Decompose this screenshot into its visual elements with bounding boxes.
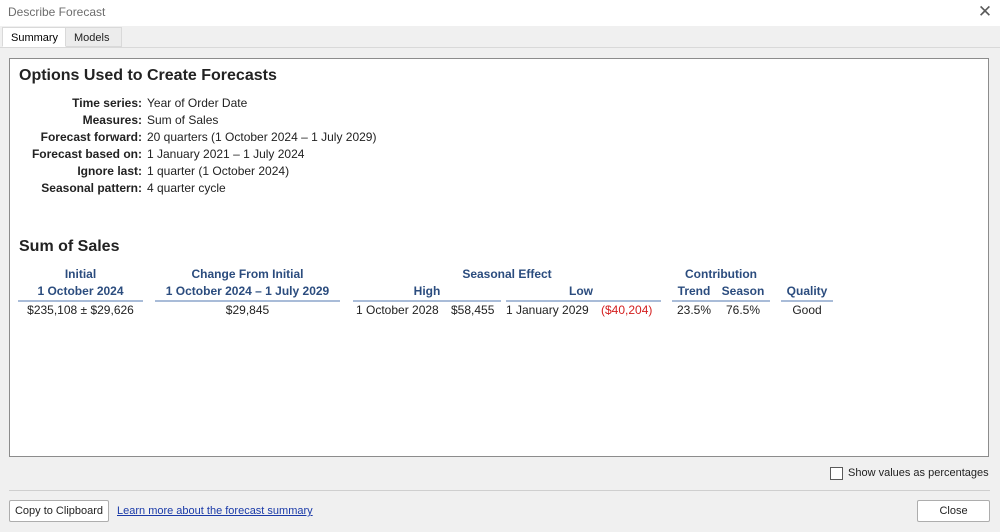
option-row-forecast-forward: Forecast forward: 20 quarters (1 October… <box>10 129 990 146</box>
contribution-trend-header: Trend <box>677 284 711 298</box>
quality-value: Good <box>792 303 822 317</box>
window-title: Describe Forecast <box>8 5 106 19</box>
initial-underline <box>18 300 143 302</box>
option-label: Measures: <box>82 113 142 127</box>
contribution-header: Contribution <box>685 267 757 281</box>
seasonal-high-underline <box>353 300 501 302</box>
seasonal-low-underline <box>506 300 661 302</box>
contribution-underline <box>672 300 770 302</box>
summary-panel: Options Used to Create Forecasts Time se… <box>9 58 989 457</box>
option-value: 4 quarter cycle <box>147 181 226 195</box>
option-label: Forecast forward: <box>40 130 142 144</box>
seasonal-effect-header: Seasonal Effect <box>462 267 552 281</box>
option-row-seasonal-pattern: Seasonal pattern: 4 quarter cycle <box>10 180 990 197</box>
seasonal-low-date: 1 January 2029 <box>506 303 589 317</box>
seasonal-high-date: 1 October 2028 <box>356 303 439 317</box>
option-row-time-series: Time series: Year of Order Date <box>10 95 990 112</box>
option-label: Ignore last: <box>77 164 142 178</box>
tab-strip: Summary Models <box>0 27 1000 48</box>
option-value: 20 quarters (1 October 2024 – 1 July 202… <box>147 130 377 144</box>
change-header: Change From Initial <box>191 267 304 281</box>
initial-subheader: 1 October 2024 <box>37 284 124 298</box>
quality-header: Quality <box>786 284 828 298</box>
contribution-trend-value: 23.5% <box>676 303 712 317</box>
initial-value: $235,108 ± $29,626 <box>27 303 134 317</box>
sum-of-sales-heading: Sum of Sales <box>19 238 120 255</box>
option-label: Time series: <box>72 96 142 110</box>
tab-models[interactable]: Models <box>66 27 122 47</box>
checkbox-box[interactable] <box>830 467 843 480</box>
option-value: 1 January 2021 – 1 July 2024 <box>147 147 305 161</box>
footer-divider <box>9 490 990 491</box>
change-underline <box>155 300 340 302</box>
option-row-ignore-last: Ignore last: 1 quarter (1 October 2024) <box>10 163 990 180</box>
learn-more-link[interactable]: Learn more about the forecast summary <box>117 505 313 517</box>
option-value: Sum of Sales <box>147 113 219 127</box>
option-row-measures: Measures: Sum of Sales <box>10 112 990 129</box>
options-heading: Options Used to Create Forecasts <box>19 67 277 84</box>
option-value: Year of Order Date <box>147 96 248 110</box>
contribution-season-header: Season <box>721 284 765 298</box>
change-subheader: 1 October 2024 – 1 July 2029 <box>165 284 330 298</box>
option-row-forecast-based-on: Forecast based on: 1 January 2021 – 1 Ju… <box>10 146 990 163</box>
seasonal-low-value: ($40,204) <box>601 303 653 317</box>
copy-to-clipboard-button[interactable]: Copy to Clipboard <box>9 500 109 522</box>
close-icon[interactable]: ✕ <box>976 3 994 21</box>
quality-underline <box>781 300 833 302</box>
close-button[interactable]: Close <box>917 500 990 522</box>
change-value: $29,845 <box>225 303 270 317</box>
option-value: 1 quarter (1 October 2024) <box>147 164 290 178</box>
seasonal-low-header: Low <box>569 284 593 298</box>
checkbox-label[interactable]: Show values as percentages <box>848 466 989 481</box>
contribution-season-value: 76.5% <box>725 303 761 317</box>
tab-summary[interactable]: Summary <box>2 27 66 47</box>
initial-header: Initial <box>64 267 97 281</box>
title-bar: Describe Forecast ✕ <box>0 0 1000 26</box>
option-label: Forecast based on: <box>31 147 142 161</box>
option-label: Seasonal pattern: <box>41 181 142 195</box>
seasonal-high-value: $58,455 <box>451 303 495 317</box>
seasonal-high-header: High <box>413 284 441 298</box>
